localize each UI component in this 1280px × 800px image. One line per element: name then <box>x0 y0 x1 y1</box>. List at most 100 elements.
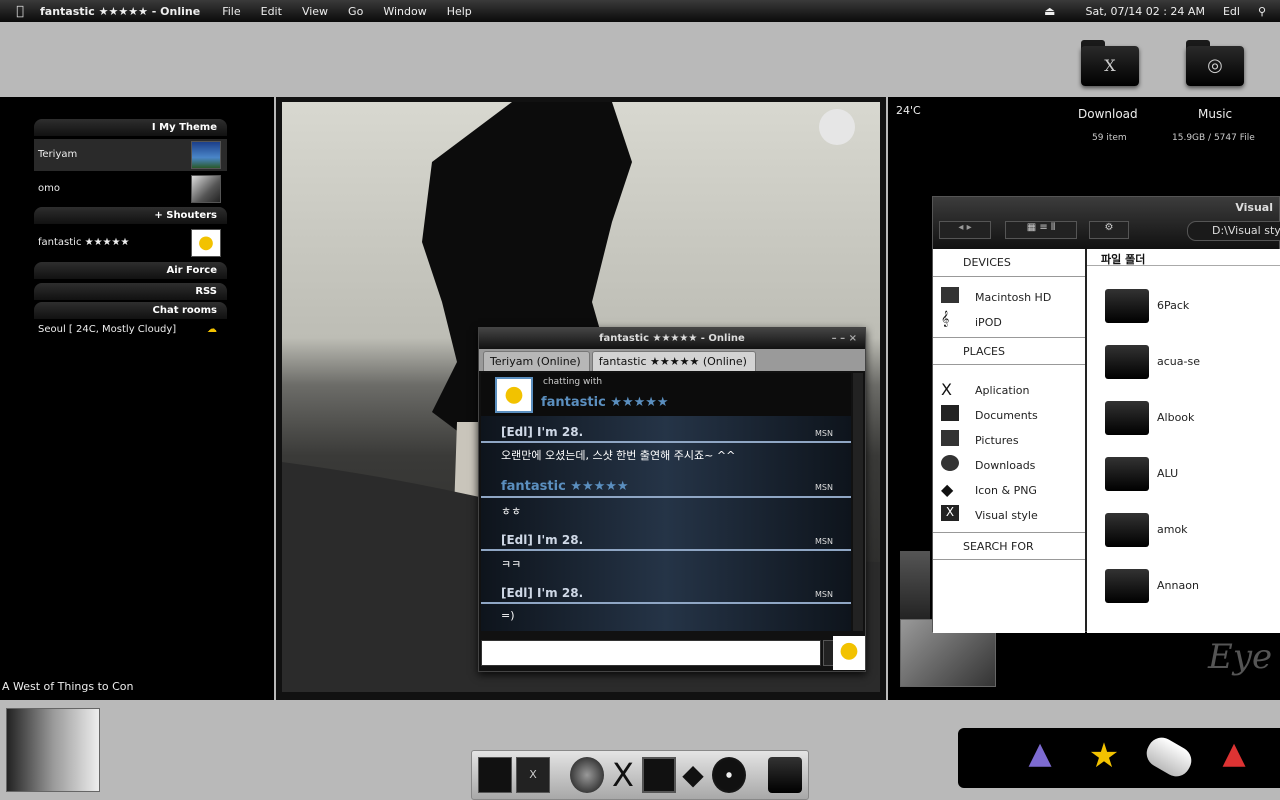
folder-item[interactable]: acua-se <box>1105 345 1275 385</box>
search-for-header[interactable]: SEARCH FOR <box>933 532 1085 560</box>
shouters-header[interactable]: + Shouters <box>34 207 227 224</box>
eye-logo-text: Eye <box>1208 637 1273 677</box>
theme-item[interactable]: omo <box>34 173 227 205</box>
folder-item[interactable]: ALU <box>1105 457 1275 497</box>
path-field[interactable]: D:\Visual sty <box>1187 221 1280 241</box>
message-sender: fantastic ★★★★★ <box>501 479 629 494</box>
download-folder-icon[interactable]: X <box>1081 38 1141 88</box>
usb-stick-icon[interactable] <box>1141 732 1197 782</box>
launcher-dock: ▲ ★ ▲ <box>958 728 1280 788</box>
folder-item[interactable]: Albook <box>1105 401 1275 441</box>
folder-icon <box>1105 513 1149 547</box>
sidebar-item-visual-style[interactable]: Visual style <box>975 509 1038 522</box>
preview-icon[interactable] <box>642 757 676 793</box>
x-display-icon[interactable]: X <box>516 757 550 793</box>
trash-icon[interactable] <box>768 757 802 793</box>
menu-view[interactable]: View <box>302 5 328 18</box>
sidebar-item-ipod[interactable]: iPOD <box>975 316 1002 329</box>
message-sender: [Edl] I'm 28. <box>501 533 584 547</box>
menubar:  fantastic ★★★★★ - Online File Edit Vie… <box>0 0 1280 22</box>
sidebar-item-pictures[interactable]: Pictures <box>975 434 1019 447</box>
user-name[interactable]: Edl <box>1223 5 1240 18</box>
message-list[interactable]: ● chatting with fantastic ★★★★★ [Edl] I'… <box>481 373 851 631</box>
chatting-with-label: chatting with <box>543 377 603 387</box>
sidebar-item-aplication[interactable]: Aplication <box>975 384 1029 397</box>
message-protocol: MSN <box>815 537 833 546</box>
sidebar-item-macintosh-hd[interactable]: Macintosh HD <box>975 291 1051 304</box>
apple-icon[interactable]:  <box>0 4 40 19</box>
tab-label: Teriyam (Online) <box>490 355 581 368</box>
dock: X X ◆ <box>471 750 809 800</box>
my-theme-header[interactable]: I My Theme <box>34 119 227 136</box>
spotlight-icon[interactable]: ⚲ <box>1258 5 1266 18</box>
air-force-link[interactable]: Air Force <box>34 262 227 279</box>
shouter-label: fantastic ★★★★★ <box>38 237 130 248</box>
x-monitor-icon[interactable] <box>478 757 512 793</box>
temperature-label: 24'C <box>896 104 921 117</box>
app-title[interactable]: fantastic ★★★★★ - Online <box>40 5 200 18</box>
menu-file[interactable]: File <box>222 5 240 18</box>
back-forward-buttons[interactable]: ◂ ▸ <box>939 221 991 239</box>
menu-help[interactable]: Help <box>447 5 472 18</box>
folder-label: amok <box>1157 523 1188 536</box>
finder-toolbar: Visual ◂ ▸ ▦ ≡ ⦀ ⚙ D:\Visual sty <box>933 197 1280 249</box>
sidebar-item-icon-png[interactable]: Icon & PNG <box>975 484 1037 497</box>
folder-item[interactable]: 6Pack <box>1105 289 1275 329</box>
pictures-icon <box>941 430 959 446</box>
chatting-with-name: fantastic ★★★★★ <box>541 395 669 410</box>
ipod-icon: 𝄞 <box>941 311 950 327</box>
eject-icon[interactable]: ⏏ <box>1044 4 1055 18</box>
my-avatar-duck: ● <box>833 636 865 670</box>
diamond-icon[interactable]: ◆ <box>676 757 710 793</box>
menu-window[interactable]: Window <box>383 5 426 18</box>
buddy-avatar-duck: ● <box>495 377 533 413</box>
sidebar-item-downloads[interactable]: Downloads <box>975 459 1035 472</box>
horse-thumbnail <box>191 175 221 203</box>
clock[interactable]: Sat, 07/14 02 : 24 AM <box>1086 5 1205 18</box>
visual-style-icon: X <box>941 505 959 521</box>
action-menu-button[interactable]: ⚙ <box>1089 221 1129 239</box>
tab-teriyam[interactable]: Teriyam (Online) <box>483 351 590 371</box>
documents-folder-icon <box>941 405 959 421</box>
macintosh-hd-icon <box>941 287 959 303</box>
user-avatar-photo[interactable] <box>6 708 100 792</box>
places-header[interactable]: PLACES <box>933 337 1085 365</box>
chat-scrollbar[interactable] <box>853 373 863 631</box>
shouter-item[interactable]: fantastic ★★★★★ ● <box>34 227 227 259</box>
theme-item-label: Teriyam <box>38 149 78 160</box>
view-mode-buttons[interactable]: ▦ ≡ ⦀ <box>1005 221 1077 239</box>
rss-link[interactable]: RSS <box>34 283 227 300</box>
wizard-hat-icon[interactable]: ▲ <box>1018 736 1062 780</box>
menu-edit[interactable]: Edit <box>261 5 282 18</box>
folder-label: Annaon <box>1157 579 1199 592</box>
message-protocol: MSN <box>815 590 833 599</box>
tab-fantastic[interactable]: fantastic ★★★★★ (Online) <box>591 351 756 371</box>
magic-star-icon[interactable]: ★ <box>1082 736 1126 780</box>
x-app-icon[interactable]: X <box>606 757 640 793</box>
folder-item[interactable]: Annaon <box>1105 569 1275 609</box>
finder-title: Visual <box>1235 201 1273 214</box>
music-folder-icon[interactable]: ◎ <box>1186 38 1246 88</box>
devices-header[interactable]: DEVICES <box>933 249 1085 277</box>
menu-go[interactable]: Go <box>348 5 363 18</box>
folder-icon <box>1105 289 1149 323</box>
weather-item: Seoul [ 24C, Mostly Cloudy] ☁ <box>34 314 227 346</box>
cloudy-weather-icon: ☁ <box>207 324 217 335</box>
message-text: 오랜만에 오셨는데, 스샷 한번 출연해 주시죠~ ^^ <box>501 449 736 462</box>
sidebar-item-documents[interactable]: Documents <box>975 409 1038 422</box>
message-divider <box>481 496 851 498</box>
chat-title: fantastic ★★★★★ - Online <box>599 333 745 344</box>
folder-item[interactable]: amok <box>1105 513 1275 553</box>
cd-icon[interactable] <box>712 757 746 793</box>
window-controls[interactable]: – – × <box>832 328 857 349</box>
left-widget-panel: I My Theme Teriyam omo + Shouters fantas… <box>0 97 274 700</box>
message-divider <box>481 602 851 604</box>
folder-icon <box>1105 401 1149 435</box>
message-sender: [Edl] I'm 28. <box>501 425 584 439</box>
magic-hat-icon[interactable]: ▲ <box>1212 736 1256 780</box>
message-input[interactable] <box>481 640 821 666</box>
globe-icon[interactable] <box>570 757 604 793</box>
chat-titlebar[interactable]: fantastic ★★★★★ - Online – – × <box>479 328 865 349</box>
theme-item[interactable]: Teriyam <box>34 139 227 171</box>
message-divider <box>481 549 851 551</box>
